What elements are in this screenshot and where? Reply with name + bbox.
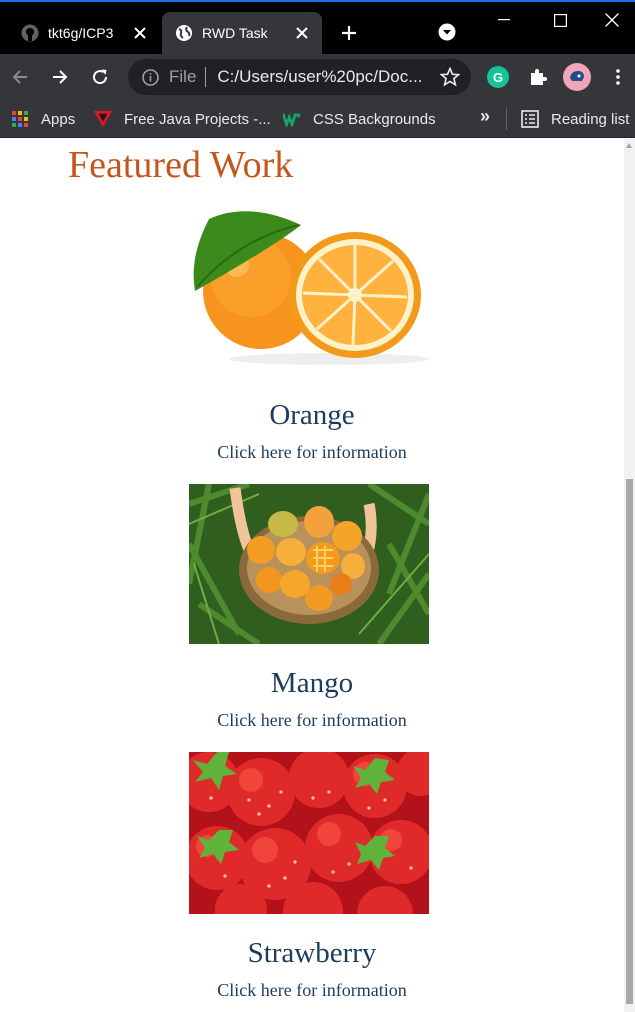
css-backgrounds-icon: [283, 110, 301, 128]
bookmark-label: Apps: [41, 110, 76, 128]
profile-avatar[interactable]: [563, 63, 591, 91]
extensions-puzzle-icon[interactable]: [522, 61, 554, 93]
fruit-card-strawberry: Strawberry Click here for information: [0, 937, 624, 1001]
page-scrollbar[interactable]: [624, 139, 635, 1012]
github-icon: [20, 23, 40, 43]
close-window-button[interactable]: [588, 0, 635, 40]
address-bar[interactable]: File C:/Users/user%20pc/Doc...: [128, 59, 471, 95]
bookmark-label: CSS Backgrounds: [313, 110, 436, 128]
chrome-menu-icon[interactable]: [602, 61, 634, 93]
new-tab-button[interactable]: [337, 21, 361, 45]
tab-github[interactable]: tkt6g/ICP3: [8, 12, 160, 54]
tab-search-button[interactable]: [436, 21, 458, 43]
fruit-title: Orange: [269, 399, 355, 431]
scrollbar-thumb[interactable]: [626, 479, 633, 1004]
bookmarks-divider: [506, 108, 507, 130]
info-link[interactable]: Click here for information: [0, 710, 624, 731]
scroll-up-arrow-icon[interactable]: [626, 143, 632, 148]
globe-icon: [174, 23, 194, 43]
reading-list-icon: [521, 110, 539, 128]
mango-basket-image: [186, 481, 432, 647]
back-button[interactable]: [4, 61, 36, 93]
reading-list-label: Reading list: [551, 110, 630, 128]
bookmark-free-java-projects[interactable]: Free Java Projects -...: [94, 107, 271, 131]
java-projects-icon: [94, 110, 112, 128]
apps-grid-icon: [11, 110, 29, 128]
minimize-window-button[interactable]: [476, 0, 532, 40]
bookmark-star-icon[interactable]: [439, 66, 461, 88]
grammarly-extension-icon[interactable]: G: [487, 66, 509, 88]
tab-title: RWD Task: [202, 25, 268, 41]
page-content: Featured Work Orange Click here for info…: [0, 139, 624, 1012]
strawberries-image: [179, 748, 445, 942]
info-link[interactable]: Click here for information: [0, 442, 624, 463]
address-separator: [205, 67, 207, 87]
page-heading: Featured Work: [68, 144, 294, 186]
bookmarks-overflow-button[interactable]: »: [480, 106, 490, 127]
forward-button[interactable]: [44, 61, 76, 93]
close-tab-icon[interactable]: [128, 21, 152, 45]
fruit-title: Mango: [270, 667, 354, 699]
close-tab-icon[interactable]: [290, 21, 314, 45]
fruit-title: Strawberry: [247, 937, 377, 969]
orange-image: [189, 207, 429, 367]
bookmark-apps[interactable]: Apps: [11, 107, 75, 131]
info-icon[interactable]: [140, 67, 160, 87]
bookmark-label: Free Java Projects -...: [124, 110, 271, 128]
reload-button[interactable]: [84, 61, 116, 93]
tab-title: tkt6g/ICP3: [48, 25, 114, 41]
fruit-card-orange: Orange Click here for information: [0, 399, 624, 463]
browser-toolbar: File C:/Users/user%20pc/Doc... G: [0, 54, 635, 100]
info-link[interactable]: Click here for information: [0, 980, 624, 1001]
bookmark-css-backgrounds[interactable]: CSS Backgrounds: [283, 107, 436, 131]
url-scheme: File: [169, 67, 197, 86]
tab-strip: tkt6g/ICP3 RWD Task: [0, 0, 635, 54]
tab-rwd-task[interactable]: RWD Task: [162, 12, 322, 54]
bookmarks-bar: Apps Free Java Projects -... CSS Backgro…: [0, 100, 635, 138]
url-text[interactable]: C:/Users/user%20pc/Doc...: [217, 67, 427, 87]
fruit-card-mango: Mango Click here for information: [0, 667, 624, 731]
maximize-window-button[interactable]: [532, 0, 588, 40]
reading-list-button[interactable]: Reading list: [521, 107, 629, 131]
